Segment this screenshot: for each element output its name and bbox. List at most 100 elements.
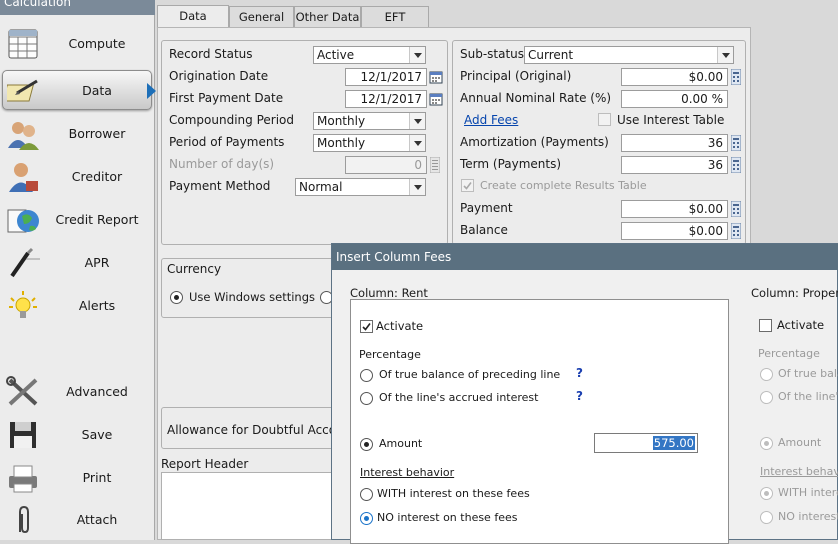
true-balance-radio[interactable] — [760, 368, 773, 381]
amortization-label: Amortization (Payments) — [460, 135, 609, 149]
amortization-input[interactable]: 36 — [621, 134, 728, 152]
with-interest-label: WITH interest on these fees — [377, 487, 530, 500]
sidebar-item-advanced[interactable]: Advanced — [2, 372, 152, 412]
help-icon[interactable]: ? — [576, 366, 583, 380]
accrued-interest-label: Of the line's accrued interest — [379, 391, 539, 404]
balance-input[interactable]: $0.00 — [621, 222, 728, 240]
compounding-period-select[interactable]: Monthly — [313, 112, 426, 130]
sidebar-item-label: APR — [84, 255, 110, 270]
help-icon[interactable]: ? — [576, 389, 583, 403]
spinner-icon[interactable] — [430, 157, 440, 173]
accrued-interest-radio[interactable] — [760, 391, 773, 404]
term-label: Term (Payments) — [460, 157, 562, 171]
currency-title: Currency — [167, 262, 222, 276]
payment-method-value: Normal — [299, 180, 343, 194]
sidebar-item-data[interactable]: Data — [2, 70, 152, 110]
sidebar-item-label: Save — [81, 427, 113, 442]
sidebar-item-label: Credit Report — [55, 212, 139, 227]
sidebar-title: Calculation — [0, 0, 155, 15]
payment-input[interactable]: $0.00 — [621, 200, 728, 218]
tab-general[interactable]: General — [229, 6, 294, 28]
period-of-payments-select[interactable]: Monthly — [313, 134, 426, 152]
sidebar-item-label: Print — [82, 470, 112, 485]
first-payment-date-label: First Payment Date — [169, 91, 284, 105]
with-interest-label: WITH intere — [778, 486, 838, 499]
with-interest-radio[interactable] — [760, 487, 773, 500]
use-interest-table-checkbox[interactable] — [598, 113, 611, 126]
sidebar-item-creditor[interactable]: Creditor — [2, 157, 152, 197]
no-interest-radio[interactable] — [760, 511, 773, 524]
dialog-title: Insert Column Fees — [332, 244, 838, 270]
accrued-interest-radio[interactable] — [360, 392, 373, 405]
calculator-button-icon[interactable] — [731, 157, 741, 173]
sidebar-item-attach[interactable]: Attach — [2, 500, 152, 540]
true-balance-radio[interactable] — [360, 369, 373, 382]
accrued-interest-label: Of the line's — [778, 390, 838, 403]
sidebar-item-apr[interactable]: APR — [2, 243, 152, 283]
activate-checkbox[interactable] — [759, 319, 772, 332]
calculator-button-icon[interactable] — [731, 135, 741, 151]
chevron-down-icon — [409, 47, 425, 63]
calendar-icon[interactable] — [429, 92, 443, 106]
tab-data[interactable]: Data — [157, 5, 229, 29]
no-interest-label: NO interest — [778, 510, 838, 523]
sidebar-item-alerts[interactable]: Alerts — [2, 286, 152, 326]
sidebar-item-print[interactable]: Print — [2, 458, 152, 498]
amount-radio[interactable] — [360, 438, 373, 451]
tab-other-data[interactable]: Other Data — [294, 6, 361, 28]
calendar-icon[interactable] — [429, 70, 443, 84]
record-status-select[interactable]: Active — [313, 46, 426, 64]
no-interest-radio[interactable] — [360, 512, 373, 525]
add-fees-link[interactable]: Add Fees — [464, 113, 518, 127]
origination-date-label: Origination Date — [169, 69, 269, 83]
true-balance-label: Of true balance of preceding line — [379, 368, 561, 381]
checkmark-icon — [362, 323, 371, 331]
use-windows-settings-label: Use Windows settings — [189, 290, 315, 304]
period-of-payments-label: Period of Payments — [169, 135, 285, 149]
amount-radio[interactable] — [760, 437, 773, 450]
activate-label: Activate — [376, 319, 424, 333]
calculator-icon — [8, 29, 38, 59]
no-interest-label: NO interest on these fees — [377, 511, 518, 524]
sidebar-item-borrower[interactable]: Borrower — [2, 114, 152, 154]
compounding-period-value: Monthly — [317, 114, 366, 128]
annual-rate-input[interactable]: 0.00 % — [621, 90, 728, 108]
calculator-button-icon[interactable] — [731, 223, 741, 239]
percentage-label: Percentage — [359, 348, 421, 361]
amount-label: Amount — [379, 437, 423, 450]
column-property-heading: Column: Propert — [751, 286, 838, 300]
pen-icon — [10, 247, 40, 278]
sidebar-item-save[interactable]: Save — [2, 415, 152, 455]
notepad-pencil-icon — [7, 79, 38, 102]
report-header-editor[interactable] — [161, 472, 346, 540]
first-payment-date-input[interactable]: 12/1/2017 — [345, 90, 427, 108]
sidebar-item-label: Borrower — [68, 126, 126, 141]
calculator-button-icon[interactable] — [731, 201, 741, 217]
activate-checkbox[interactable] — [360, 320, 373, 333]
sub-status-label: Sub-status — [460, 47, 525, 61]
principal-input[interactable]: $0.00 — [621, 68, 728, 86]
payment-method-select[interactable]: Normal — [295, 178, 426, 196]
selected-arrow-icon — [147, 83, 156, 99]
paperclip-icon — [19, 505, 29, 534]
sidebar-item-label: Creditor — [71, 169, 123, 184]
sidebar-item-label: Advanced — [66, 384, 128, 399]
chevron-down-icon — [717, 47, 733, 63]
calculator-button-icon[interactable] — [731, 69, 741, 85]
tab-eft[interactable]: EFT — [361, 6, 429, 28]
use-windows-settings-radio[interactable] — [170, 291, 183, 304]
create-complete-checkbox[interactable] — [461, 179, 474, 192]
amount-input[interactable]: 575.00 — [594, 433, 698, 453]
sidebar-item-compute[interactable]: Compute — [2, 24, 152, 64]
chevron-down-icon — [409, 135, 425, 151]
sidebar-item-credit-report[interactable]: Credit Report — [2, 200, 152, 240]
term-input[interactable]: 36 — [621, 156, 728, 174]
chevron-down-icon — [409, 179, 425, 195]
payment-method-label: Payment Method — [169, 179, 271, 193]
number-of-days-input[interactable]: 0 — [345, 156, 427, 174]
percentage-label: Percentage — [758, 347, 820, 360]
number-of-days-label: Number of day(s) — [169, 157, 275, 171]
with-interest-radio[interactable] — [360, 488, 373, 501]
sub-status-select[interactable]: Current — [524, 46, 734, 64]
origination-date-input[interactable]: 12/1/2017 — [345, 68, 427, 86]
